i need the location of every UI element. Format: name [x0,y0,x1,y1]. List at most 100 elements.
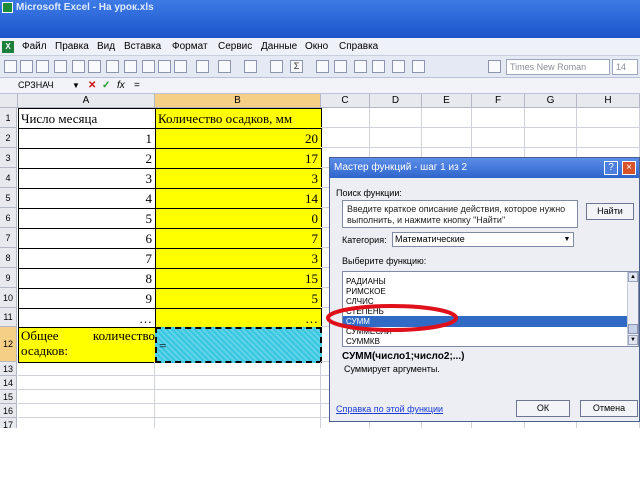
row-header[interactable]: 13 [0,362,17,376]
empty-cell[interactable] [155,418,321,428]
toolbar-options-icon[interactable] [488,60,501,73]
column-header[interactable]: C [321,94,370,108]
menu-window[interactable]: Окно [305,41,328,52]
permission-icon[interactable] [54,60,67,73]
dialog-close-button[interactable]: × [622,161,636,175]
row-header[interactable]: 17 [0,418,17,428]
new-file-icon[interactable] [4,60,17,73]
empty-cell[interactable] [155,362,321,376]
row-header[interactable]: 8 [0,248,17,268]
redo-icon[interactable] [244,60,257,73]
row-header[interactable]: 9 [0,268,17,288]
empty-cell[interactable] [18,376,155,390]
empty-cell[interactable] [18,418,155,428]
cell-day[interactable]: 7 [18,248,156,269]
dialog-help-button[interactable]: ? [604,161,618,175]
row-header[interactable]: 4 [0,168,17,188]
cell-day[interactable]: 3 [18,168,156,189]
empty-cell[interactable] [155,376,321,390]
copy-icon[interactable] [158,60,171,73]
empty-cell[interactable] [525,128,577,148]
enter-icon[interactable]: ✓ [102,79,110,92]
undo-icon[interactable] [218,60,231,73]
paste-icon[interactable] [174,60,187,73]
zoom-icon[interactable] [392,60,405,73]
sort-ascending-icon[interactable] [316,60,329,73]
hyperlink-icon[interactable] [270,60,283,73]
cell-a1[interactable]: Число месяца [18,108,156,129]
function-list-scrollbar[interactable]: ▲ ▼ [627,272,638,346]
row-header[interactable]: 14 [0,376,17,390]
menu-file[interactable]: Файл [22,41,47,52]
chevron-down-icon[interactable]: ▼ [561,233,573,246]
format-painter-icon[interactable] [196,60,209,73]
column-header[interactable]: A [18,94,155,108]
cell-day[interactable]: 5 [18,208,156,229]
row-header[interactable]: 10 [0,288,17,308]
row-header[interactable]: 1 [0,108,17,128]
cell-rain[interactable]: 3 [155,248,322,269]
column-header[interactable]: E [422,94,472,108]
select-all-corner[interactable] [0,94,18,108]
ok-button[interactable]: ОК [516,400,570,417]
row-header[interactable]: 6 [0,208,17,228]
cell-total-label[interactable]: Общее количество осадков: [18,327,156,363]
row-header[interactable]: 16 [0,404,17,418]
empty-cell[interactable] [18,390,155,404]
menu-view[interactable]: Вид [97,41,115,52]
print-preview-icon[interactable] [88,60,101,73]
save-icon[interactable] [36,60,49,73]
cell-day[interactable]: 1 [18,128,156,149]
row-header[interactable]: 3 [0,148,17,168]
drawing-icon[interactable] [372,60,385,73]
cell-b1[interactable]: Количество осадков, мм [155,108,322,129]
empty-cell[interactable] [577,108,640,128]
menu-help[interactable]: Справка [339,41,378,52]
font-name-select[interactable]: Times New Roman [506,59,610,75]
column-header[interactable]: B [155,94,321,108]
empty-cell[interactable] [18,362,155,376]
cell-day[interactable]: 8 [18,268,156,289]
empty-cell[interactable] [18,404,155,418]
cell-day[interactable]: … [18,308,156,329]
empty-cell[interactable] [577,128,640,148]
chart-wizard-icon[interactable] [354,60,367,73]
row-header[interactable]: 2 [0,128,17,148]
empty-cell[interactable] [422,128,472,148]
menu-tools[interactable]: Сервис [218,41,252,52]
cell-rain[interactable]: 20 [155,128,322,149]
function-list-item[interactable]: СУММКВ [346,336,626,346]
help-icon[interactable] [412,60,425,73]
menu-insert[interactable]: Вставка [124,41,161,52]
column-header[interactable]: D [370,94,422,108]
cell-day[interactable]: 2 [18,148,156,169]
empty-cell[interactable] [155,390,321,404]
cell-day[interactable]: 4 [18,188,156,209]
cancel-button[interactable]: Отмена [580,400,638,417]
open-folder-icon[interactable] [20,60,33,73]
cell-rain[interactable]: 15 [155,268,322,289]
name-box[interactable]: СРЗНАЧ [18,79,70,92]
empty-cell[interactable] [321,108,370,128]
cell-rain[interactable]: 17 [155,148,322,169]
cut-icon[interactable] [142,60,155,73]
function-search-input[interactable]: Введите краткое описание действия, котор… [342,200,578,228]
empty-cell[interactable] [321,128,370,148]
empty-cell[interactable] [472,108,525,128]
cancel-icon[interactable]: ✕ [88,79,96,92]
research-icon[interactable] [124,60,137,73]
row-header[interactable]: 7 [0,228,17,248]
sort-descending-icon[interactable] [334,60,347,73]
empty-cell[interactable] [370,128,422,148]
spelling-icon[interactable] [106,60,119,73]
cell-rain[interactable]: 0 [155,208,322,229]
column-header[interactable]: H [577,94,640,108]
cell-total-formula[interactable]: = [155,327,322,363]
name-box-dropdown-icon[interactable]: ▼ [72,79,80,92]
formula-input[interactable]: = [134,79,140,92]
empty-cell[interactable] [422,108,472,128]
empty-cell[interactable] [525,108,577,128]
row-header[interactable]: 15 [0,390,17,404]
row-header[interactable]: 5 [0,188,17,208]
print-icon[interactable] [72,60,85,73]
